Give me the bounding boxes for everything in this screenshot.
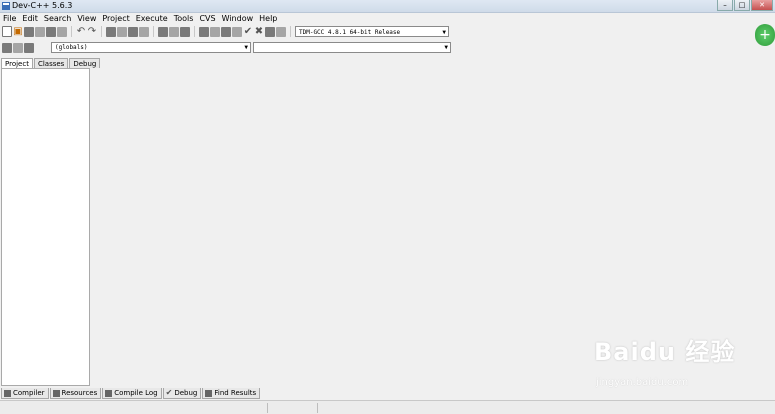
menu-window[interactable]: Window — [219, 13, 257, 24]
title-bar: Dev-C++ 5.6.3 – □ ✕ — [0, 0, 775, 13]
toolbar-separator — [71, 26, 72, 37]
tab-classes[interactable]: Classes — [33, 58, 69, 68]
plus-icon: + — [759, 27, 771, 43]
menu-search[interactable]: Search — [41, 13, 74, 24]
unindent-icon[interactable] — [169, 26, 179, 37]
replace-icon[interactable] — [117, 26, 127, 37]
tab-compile-log[interactable]: Compile Log — [102, 388, 162, 399]
menu-project[interactable]: Project — [99, 13, 132, 24]
grid-icon — [4, 389, 11, 397]
undo-icon[interactable]: ↶ — [76, 26, 86, 37]
left-panel-tabs: Project Classes Debug — [1, 58, 101, 68]
open-file-icon[interactable]: ▣ — [13, 26, 23, 37]
tab-debug-bottom[interactable]: ✔ Debug — [162, 388, 202, 399]
find-results-icon — [205, 389, 213, 397]
status-divider — [267, 403, 268, 413]
tab-debug-label: Debug — [174, 389, 198, 397]
chart-icon — [105, 389, 113, 397]
compile-icon[interactable] — [199, 26, 209, 37]
tab-find-results-label: Find Results — [214, 389, 257, 397]
goto-line-icon[interactable] — [139, 26, 149, 37]
menu-file[interactable]: File — [0, 13, 19, 24]
menu-execute[interactable]: Execute — [133, 13, 171, 24]
watermark-logo: Baidu 经验 — [594, 338, 736, 366]
maximize-icon: □ — [738, 1, 746, 9]
menu-cvs[interactable]: CVS — [196, 13, 218, 24]
save-all-icon[interactable] — [35, 26, 45, 37]
function-combo[interactable]: ▼ — [253, 42, 451, 53]
check-icon: ✔ — [165, 388, 173, 397]
project-browser-panel[interactable] — [1, 68, 90, 386]
green-float-button[interactable]: + — [755, 24, 775, 46]
toggle-icon[interactable] — [13, 42, 23, 53]
tab-compiler-label: Compiler — [13, 389, 45, 397]
minimize-button[interactable]: – — [717, 0, 733, 11]
find-icon[interactable] — [106, 26, 116, 37]
menu-bar: File Edit Search View Project Execute To… — [0, 13, 280, 24]
menu-edit[interactable]: Edit — [19, 13, 41, 24]
minimize-icon: – — [723, 1, 727, 9]
chevron-down-icon: ▼ — [244, 44, 248, 51]
toolbar-separator — [290, 26, 291, 37]
insert-icon[interactable] — [2, 42, 12, 53]
save-icon[interactable] — [24, 26, 34, 37]
tab-debug[interactable]: Debug — [69, 58, 101, 68]
toolbar-separator — [153, 26, 154, 37]
close-icon: ✕ — [759, 1, 765, 9]
chevron-down-icon: ▼ — [444, 44, 448, 51]
toolbar-separator — [101, 26, 102, 37]
watermark-url: jingyan.baidu.com — [596, 377, 689, 388]
menu-view[interactable]: View — [74, 13, 99, 24]
app-icon — [2, 2, 10, 10]
tab-project[interactable]: Project — [1, 58, 33, 68]
chevron-down-icon: ▼ — [442, 29, 446, 36]
status-divider — [317, 403, 318, 413]
toolbar-separator — [194, 26, 195, 37]
close-file-icon[interactable] — [46, 26, 56, 37]
rebuild-icon[interactable] — [232, 26, 242, 37]
maximize-button[interactable]: □ — [734, 0, 750, 11]
toggle-bookmark-icon[interactable] — [180, 26, 190, 37]
main-toolbar: ▣ ↶ ↷ ✔ ✖ TDM-GCC 4.8.1 64-bit Release ▼ — [2, 25, 449, 38]
print-icon[interactable] — [57, 26, 67, 37]
tab-find-results[interactable]: Find Results — [202, 388, 261, 399]
menu-help[interactable]: Help — [256, 13, 280, 24]
stop-icon[interactable]: ✖ — [254, 26, 264, 37]
debug-icon[interactable] — [265, 26, 275, 37]
tab-compile-log-label: Compile Log — [114, 389, 158, 397]
scope-combo-value: (globals) — [55, 44, 88, 51]
tab-compiler[interactable]: Compiler — [1, 388, 49, 399]
menu-tools[interactable]: Tools — [171, 13, 197, 24]
window-title: Dev-C++ 5.6.3 — [12, 1, 73, 10]
compiler-select-value: TDM-GCC 4.8.1 64-bit Release — [299, 29, 401, 36]
tab-resources-label: Resources — [61, 389, 98, 397]
profile-icon[interactable] — [276, 26, 286, 37]
compiler-select[interactable]: TDM-GCC 4.8.1 64-bit Release ▼ — [295, 26, 449, 37]
scope-combo[interactable]: (globals) ▼ — [51, 42, 251, 53]
class-toolbar — [2, 41, 34, 54]
close-button[interactable]: ✕ — [751, 0, 773, 11]
new-file-icon[interactable] — [2, 26, 12, 37]
tab-resources[interactable]: Resources — [49, 388, 102, 399]
check-icon[interactable]: ✔ — [243, 26, 253, 37]
status-bar — [0, 400, 775, 414]
goto-icon[interactable] — [24, 42, 34, 53]
compile-run-icon[interactable] — [221, 26, 231, 37]
redo-icon[interactable]: ↷ — [87, 26, 97, 37]
bottom-tabs: Compiler Resources Compile Log ✔ Debug F… — [1, 388, 261, 399]
run-icon[interactable] — [210, 26, 220, 37]
indent-icon[interactable] — [158, 26, 168, 37]
resources-icon — [52, 389, 60, 397]
find-next-icon[interactable] — [128, 26, 138, 37]
